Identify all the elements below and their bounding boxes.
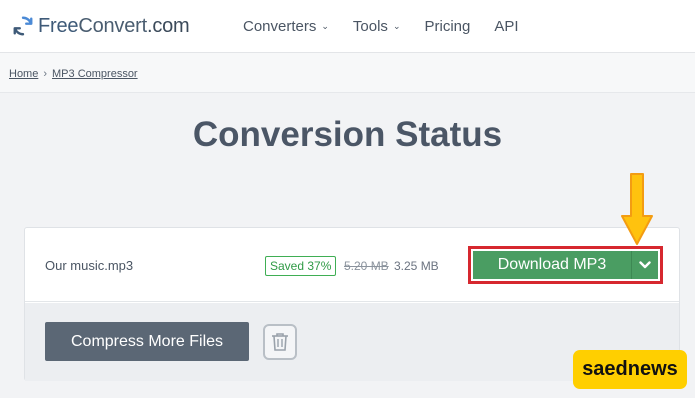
file-name: Our music.mp3	[45, 258, 134, 273]
nav-converters[interactable]: Converters ⌄	[243, 18, 329, 35]
logo-text: FreeConvert.com	[38, 14, 190, 37]
watermark-logo: saednews	[573, 350, 687, 389]
download-options-toggle[interactable]	[631, 251, 658, 279]
saved-badge: Saved 37%	[265, 256, 337, 276]
compress-more-button[interactable]: Compress More Files	[45, 322, 249, 361]
original-size: 5.20 MB	[344, 259, 389, 273]
breadcrumb-current-link[interactable]: MP3 Compressor	[52, 68, 138, 80]
nav-api[interactable]: API	[494, 18, 518, 35]
breadcrumb-bar: Home › MP3 Compressor	[0, 53, 695, 93]
compressed-size: 3.25 MB	[394, 259, 439, 273]
logo[interactable]: FreeConvert.com	[12, 12, 190, 40]
chevron-down-icon: ⌄	[321, 21, 329, 31]
arrow-down-icon	[621, 173, 653, 245]
file-row: Our music.mp3 Saved 37% 5.20 MB 3.25 MB …	[25, 228, 679, 302]
chevron-down-icon	[639, 261, 651, 269]
breadcrumb-home-link[interactable]: Home	[9, 68, 38, 80]
breadcrumb-separator: ›	[43, 68, 48, 80]
chevron-down-icon: ⌄	[392, 21, 401, 31]
trash-icon	[272, 333, 288, 351]
main-nav: Converters ⌄ Tools ⌄ Pricing API	[243, 0, 543, 52]
breadcrumb: Home › MP3 Compressor	[9, 68, 138, 80]
refresh-circle-icon	[13, 16, 33, 36]
page-title: Conversion Status	[192, 115, 503, 154]
top-header: FreeConvert.com Converters ⌄ Tools ⌄ Prici…	[0, 0, 695, 53]
delete-button[interactable]	[263, 324, 297, 360]
nav-pricing[interactable]: Pricing	[424, 18, 470, 35]
nav-tools[interactable]: Tools ⌄	[353, 18, 401, 35]
download-button[interactable]: Download MP3	[473, 251, 631, 279]
